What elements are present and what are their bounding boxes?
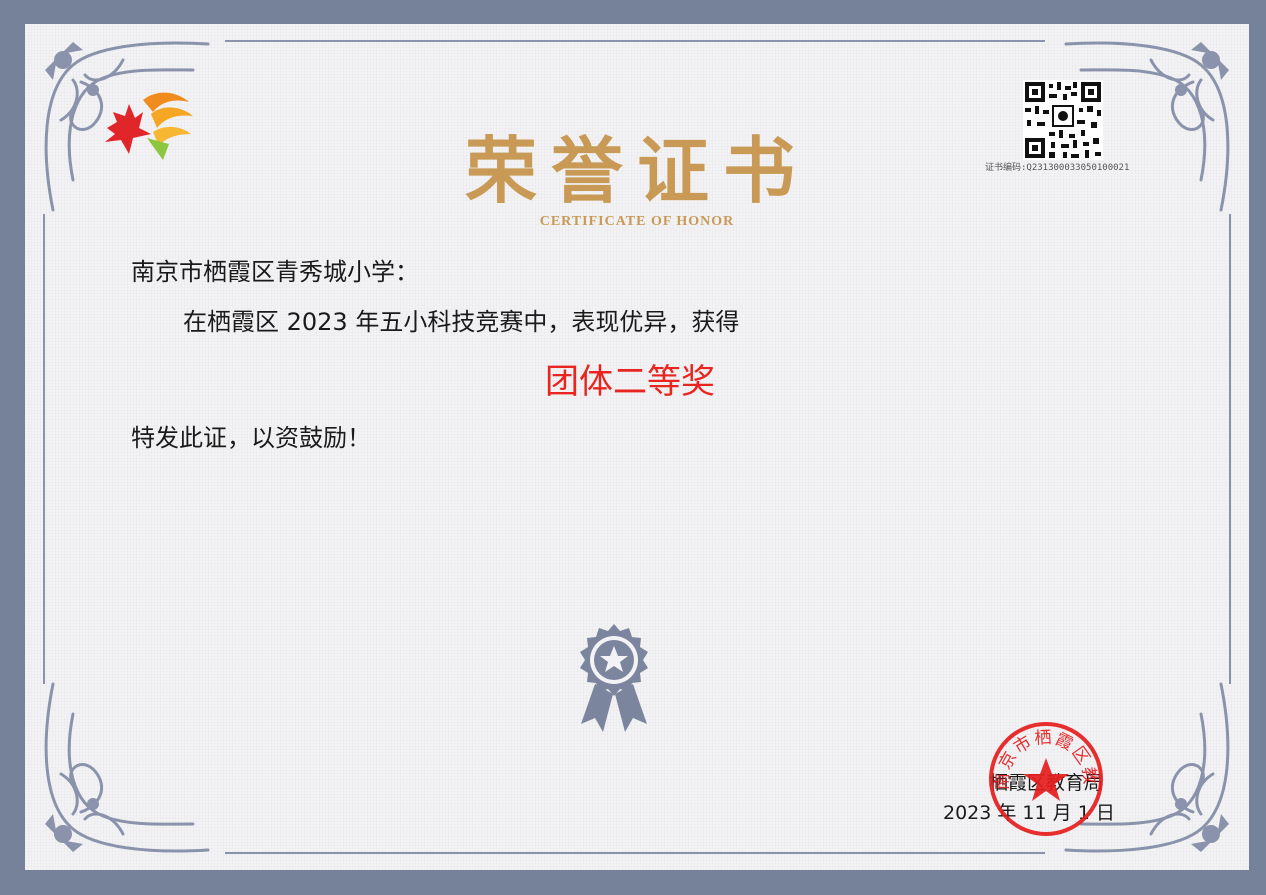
certificate-page: 证书编码:Q231300033050100021 荣誉证书 CERTIFICAT… bbox=[25, 24, 1249, 870]
certificate-title: 荣誉证书 bbox=[464, 128, 809, 213]
frame-top-line bbox=[225, 40, 1045, 42]
frame-right-line bbox=[1229, 214, 1231, 684]
red-official-seal-icon: 南京市栖霞区教育局 bbox=[987, 720, 1103, 836]
rosette-star-badge-icon bbox=[580, 624, 648, 732]
frame-bottom-line bbox=[225, 852, 1045, 854]
certificate-subtitle: CERTIFICATE OF HONOR bbox=[539, 214, 735, 229]
ornamental-corner-icon bbox=[44, 682, 210, 853]
achievement-line: 在栖霞区 2023 年五小科技竞赛中，表现优异，获得 bbox=[183, 308, 740, 336]
recipient-name: 南京市栖霞区青秀城小学： bbox=[131, 258, 419, 286]
frame-left-line bbox=[43, 214, 45, 684]
award-name: 团体二等奖 bbox=[545, 362, 715, 402]
closing-line: 特发此证，以资鼓励！ bbox=[131, 424, 371, 452]
